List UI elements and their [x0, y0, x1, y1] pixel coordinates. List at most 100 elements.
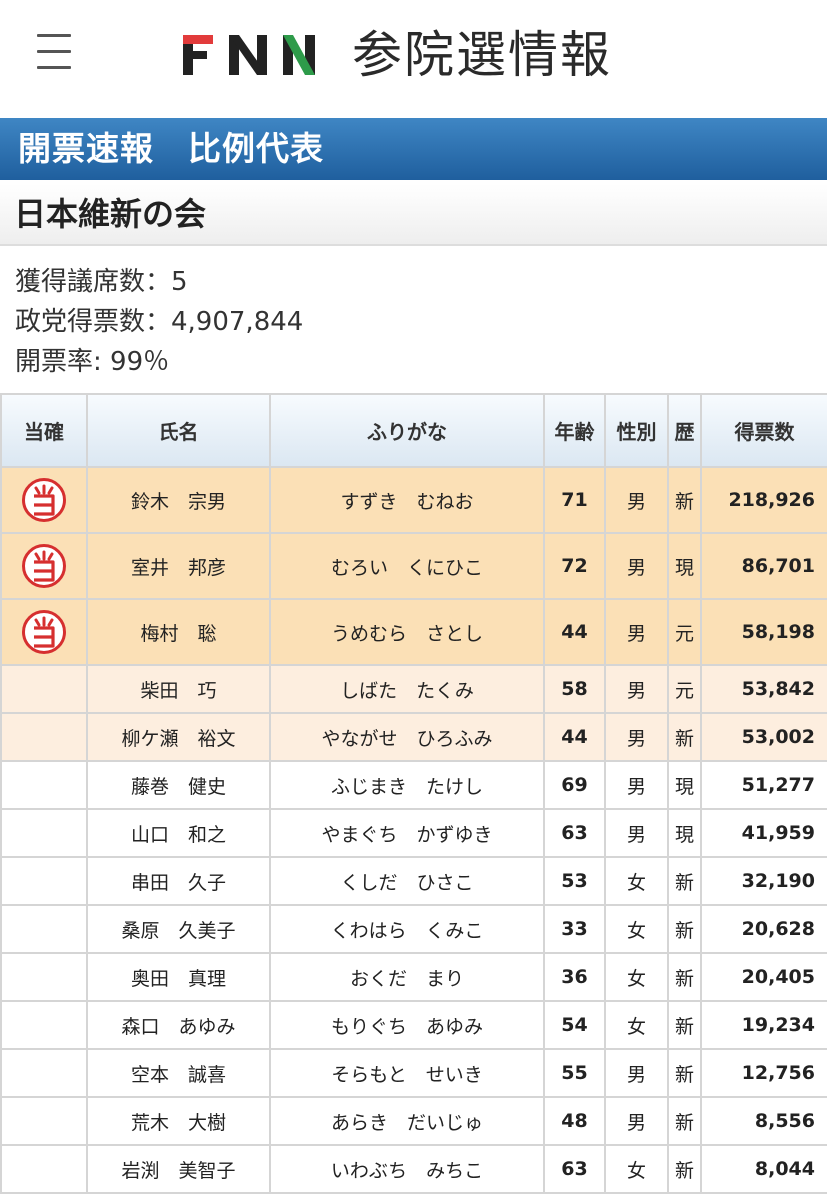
elected-mark-cell: [0, 1000, 88, 1050]
table-row: 岩渕 美智子 いわぶち みちこ 63 女新 8,044: [0, 1144, 827, 1194]
candidate-kana: やながせ ひろふみ: [269, 712, 545, 762]
candidate-age: 72: [543, 532, 606, 600]
candidate-history: 現: [667, 760, 702, 810]
candidate-votes: 20,405: [700, 952, 827, 1002]
elected-mark-cell: [0, 598, 88, 666]
candidate-name: 空本 誠喜: [86, 1048, 271, 1098]
candidate-age: 44: [543, 712, 606, 762]
candidate-age: 55: [543, 1048, 606, 1098]
candidate-kana: やまぐち かずゆき: [269, 808, 545, 858]
elected-mark-cell: [0, 856, 88, 906]
candidate-history: 新: [667, 1144, 702, 1194]
table-row: 森口 あゆみ もりぐち あゆみ 54 女新 19,234: [0, 1000, 827, 1050]
elected-mark-cell: [0, 664, 88, 714]
candidate-kana: もりぐち あゆみ: [269, 1000, 545, 1050]
candidate-history: 新: [667, 466, 702, 534]
header-age: 年齢: [543, 393, 606, 468]
candidate-votes: 51,277: [700, 760, 827, 810]
candidate-name: 藤巻 健史: [86, 760, 271, 810]
candidate-votes: 8,556: [700, 1096, 827, 1146]
candidate-sex: 男: [604, 466, 669, 534]
candidate-sex: 女: [604, 1000, 669, 1050]
header-name: 氏名: [86, 393, 271, 468]
candidate-votes: 19,234: [700, 1000, 827, 1050]
header-history: 歴: [667, 393, 702, 468]
table-row: 空本 誠喜 そらもと せいき 55 男新 12,756: [0, 1048, 827, 1098]
candidate-kana: すずき むねお: [269, 466, 545, 534]
candidate-votes: 86,701: [700, 532, 827, 600]
candidate-history: 新: [667, 1048, 702, 1098]
site-title: 参院選情報: [352, 26, 612, 84]
elected-mark-cell: [0, 466, 88, 534]
candidate-name: 梅村 聡: [86, 598, 271, 666]
candidate-sex: 女: [604, 1144, 669, 1194]
candidate-votes: 12,756: [700, 1048, 827, 1098]
elected-mark-cell: [0, 760, 88, 810]
table-row: 桑原 久美子 くわはら くみこ 33 女新 20,628: [0, 904, 827, 954]
fnn-logo[interactable]: [183, 33, 315, 77]
candidate-kana: そらもと せいき: [269, 1048, 545, 1098]
elected-stamp-icon: [22, 610, 66, 654]
candidate-age: 36: [543, 952, 606, 1002]
table-row: 山口 和之 やまぐち かずゆき 63 男現 41,959: [0, 808, 827, 858]
banner-right-label: 比例代表: [188, 129, 324, 168]
candidate-history: 新: [667, 952, 702, 1002]
candidate-sex: 男: [604, 598, 669, 666]
header-sex: 性別: [604, 393, 669, 468]
candidate-age: 58: [543, 664, 606, 714]
candidate-name: 柴田 巧: [86, 664, 271, 714]
elected-stamp-icon: [22, 544, 66, 588]
results-table: 当確 氏名 ふりがな 年齢 性別 歴 得票数 鈴木 宗男 すずき むねお 71 男新 2…: [0, 393, 827, 1194]
party-votes: 政党得票数：4,907,844: [15, 307, 304, 337]
candidate-kana: ふじまき たけし: [269, 760, 545, 810]
candidate-age: 54: [543, 1000, 606, 1050]
header-elected: 当確: [0, 393, 88, 468]
candidate-history: 現: [667, 808, 702, 858]
elected-mark-cell: [0, 1096, 88, 1146]
seats-won: 獲得議席数：5: [15, 267, 188, 297]
candidate-kana: しばた たくみ: [269, 664, 545, 714]
table-row: 鈴木 宗男 すずき むねお 71 男新 218,926: [0, 466, 827, 534]
candidate-sex: 男: [604, 712, 669, 762]
candidate-history: 新: [667, 856, 702, 906]
candidate-age: 69: [543, 760, 606, 810]
candidate-name: 岩渕 美智子: [86, 1144, 271, 1194]
candidate-name: 荒木 大樹: [86, 1096, 271, 1146]
candidate-sex: 女: [604, 856, 669, 906]
elected-mark-cell: [0, 952, 88, 1002]
candidate-name: 柳ケ瀬 裕文: [86, 712, 271, 762]
hamburger-menu-icon[interactable]: [37, 34, 71, 74]
candidate-kana: おくだ まり: [269, 952, 545, 1002]
candidate-sex: 男: [604, 760, 669, 810]
candidate-name: 串田 久子: [86, 856, 271, 906]
candidate-age: 63: [543, 808, 606, 858]
candidate-name: 桑原 久美子: [86, 904, 271, 954]
candidate-kana: いわぶち みちこ: [269, 1144, 545, 1194]
candidate-history: 元: [667, 598, 702, 666]
candidate-name: 山口 和之: [86, 808, 271, 858]
candidate-history: 新: [667, 904, 702, 954]
table-row: 藤巻 健史 ふじまき たけし 69 男現 51,277: [0, 760, 827, 810]
party-stats: 獲得議席数：5 政党得票数：4,907,844 開票率: 99％: [15, 262, 303, 382]
table-row: 荒木 大樹 あらき だいじゅ 48 男新 8,556: [0, 1096, 827, 1146]
candidate-age: 33: [543, 904, 606, 954]
candidate-sex: 男: [604, 532, 669, 600]
candidate-votes: 20,628: [700, 904, 827, 954]
candidate-history: 新: [667, 1096, 702, 1146]
candidate-votes: 58,198: [700, 598, 827, 666]
candidate-kana: くしだ ひさこ: [269, 856, 545, 906]
candidate-votes: 53,002: [700, 712, 827, 762]
candidate-name: 鈴木 宗男: [86, 466, 271, 534]
table-row: 奥田 真理 おくだ まり 36 女新 20,405: [0, 952, 827, 1002]
table-row: 柴田 巧しばた たくみ 58 男元 53,842: [0, 664, 827, 714]
candidate-name: 室井 邦彦: [86, 532, 271, 600]
candidate-votes: 8,044: [700, 1144, 827, 1194]
candidate-sex: 男: [604, 808, 669, 858]
candidate-name: 森口 あゆみ: [86, 1000, 271, 1050]
candidate-sex: 男: [604, 1048, 669, 1098]
table-row: 串田 久子 くしだ ひさこ 53 女新 32,190: [0, 856, 827, 906]
candidate-kana: あらき だいじゅ: [269, 1096, 545, 1146]
candidate-votes: 53,842: [700, 664, 827, 714]
candidate-age: 63: [543, 1144, 606, 1194]
banner-left-label: 開票速報: [18, 129, 154, 168]
